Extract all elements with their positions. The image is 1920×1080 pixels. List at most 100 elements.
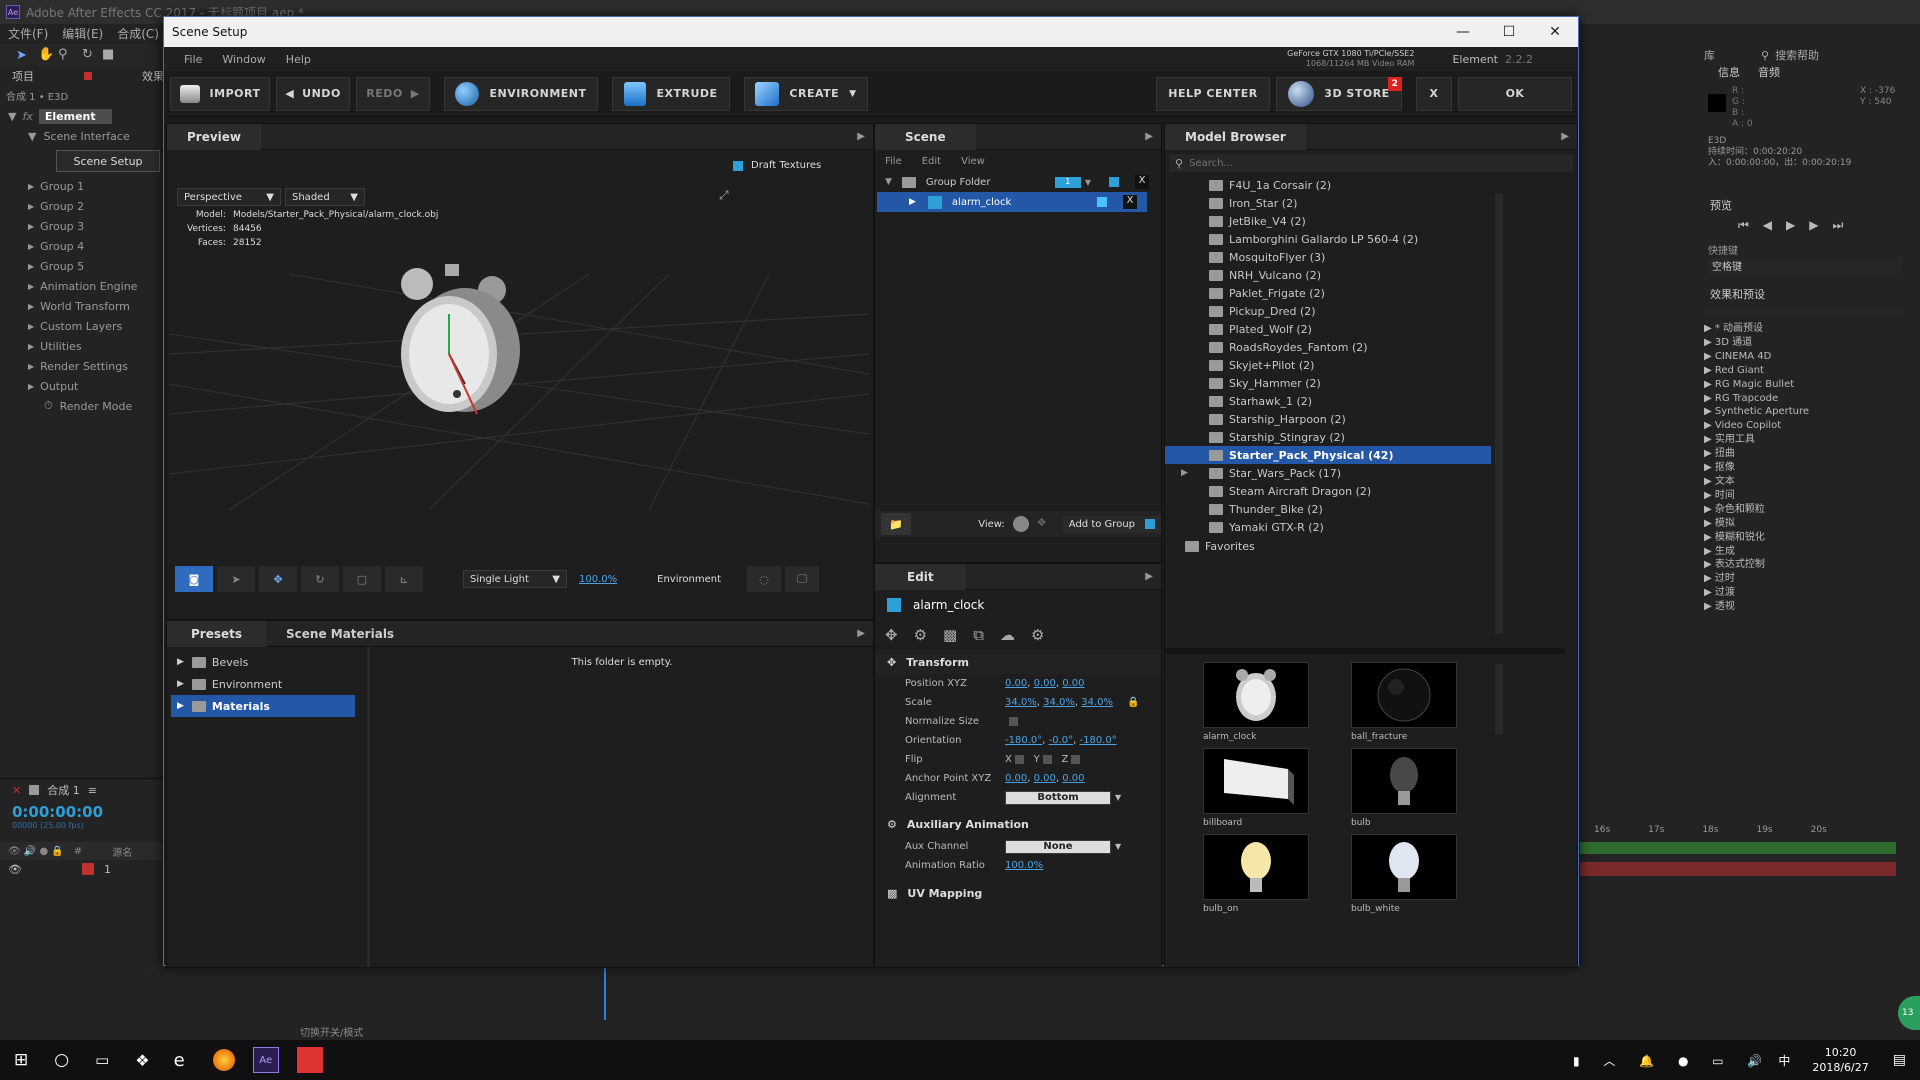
clock[interactable]: 10:20 2018/6/27 xyxy=(1812,1045,1868,1075)
render-mode-row[interactable]: ⏱ Render Mode xyxy=(0,396,165,416)
selection-tool-icon[interactable]: ➤ xyxy=(16,48,27,63)
effects-category[interactable]: ▶ CINEMA 4D xyxy=(1704,350,1904,364)
effects-category[interactable]: ▶ 模拟 xyxy=(1704,517,1904,531)
layer-row[interactable]: 👁 1 xyxy=(0,860,165,878)
hand-tool-icon[interactable]: ✋ xyxy=(38,47,54,62)
draft-textures-toggle[interactable]: Draft Textures xyxy=(733,160,821,171)
model-thumbnail[interactable]: ball_fracture xyxy=(1351,662,1493,742)
model-folder[interactable]: Starship_Harpoon (2) xyxy=(1165,410,1491,428)
work-area-bar[interactable] xyxy=(1580,842,1896,854)
ok-button[interactable]: OK xyxy=(1458,76,1572,111)
animation-tab-icon[interactable]: ⚙ xyxy=(914,626,927,644)
task-view-icon[interactable]: ▭ xyxy=(95,1051,109,1069)
effect-group-0[interactable]: ▶ Group 1 xyxy=(0,176,165,196)
zoom-value[interactable]: 100.0% xyxy=(579,574,617,585)
effect-group-4[interactable]: ▶ Group 5 xyxy=(0,256,165,276)
effects-category[interactable]: ▶ Red Giant xyxy=(1704,364,1904,378)
scene-item-alarm-clock[interactable]: ▶ alarm_clock X xyxy=(877,192,1147,212)
effects-category[interactable]: ▶ RG Trapcode xyxy=(1704,392,1904,406)
model-folder[interactable]: Skyjet+Pilot (2) xyxy=(1165,356,1491,374)
alarm-clock-model[interactable] xyxy=(387,264,537,434)
view-wire-icon[interactable]: ❖ xyxy=(1037,516,1053,532)
transform-tab-icon[interactable]: ✥ xyxy=(885,626,898,644)
app-icon[interactable]: ❖ xyxy=(135,1051,149,1070)
deform-tab-icon[interactable]: ☁ xyxy=(1000,626,1015,644)
menu-window[interactable]: Window xyxy=(222,53,265,66)
remove-item-button[interactable]: X xyxy=(1123,195,1137,209)
flip-z-checkbox[interactable] xyxy=(1071,755,1081,764)
effects-category[interactable]: ▶ 生成 xyxy=(1704,545,1904,559)
help-search[interactable]: 搜索帮助 xyxy=(1775,47,1819,63)
effects-category[interactable]: ▶ 实用工具 xyxy=(1704,433,1904,447)
3d-store-button[interactable]: 3D STORE 2 xyxy=(1276,76,1402,111)
cancel-button[interactable]: X xyxy=(1416,76,1452,111)
audio-tab[interactable]: 音频 xyxy=(1758,64,1780,80)
system-tray-icons[interactable]: ▮ ︿ 🔔 ● ▭ 🔊 xyxy=(1573,1052,1772,1069)
model-folder[interactable]: Yamaki GTX-R (2) xyxy=(1165,518,1491,536)
orientation-x[interactable]: -180.0° xyxy=(1005,735,1042,746)
playback-controls[interactable]: ⏮◀▶▶⏭ xyxy=(1738,218,1857,233)
position-y[interactable]: 0.00 xyxy=(1034,678,1056,689)
library-tab[interactable]: 库 xyxy=(1704,47,1715,63)
lock-scale-icon[interactable]: 🔒 xyxy=(1127,697,1139,708)
effect-group-8[interactable]: ▶ Utilities xyxy=(0,336,165,356)
scale-x[interactable]: 34.0% xyxy=(1005,697,1037,708)
shading-select[interactable]: Shaded ▼ xyxy=(285,188,365,206)
preset-folder-materials[interactable]: ▶ Materials xyxy=(171,695,355,717)
panel-menu-icon[interactable]: ▶ xyxy=(1145,131,1153,142)
windows-start-icon[interactable]: ⊞ xyxy=(14,1050,28,1070)
group-folder-row[interactable]: ▼ Group Folder 1 ▼ X xyxy=(875,172,1161,192)
effects-category[interactable]: ▶ * 动画预设 xyxy=(1704,322,1904,336)
uv-tab-icon[interactable]: ⧉ xyxy=(973,626,984,644)
ae-menu-comp[interactable]: 合成(C) xyxy=(117,25,159,42)
info-tab[interactable]: 信息 xyxy=(1718,64,1740,80)
model-folder[interactable]: JetBike_V4 (2) xyxy=(1165,212,1491,230)
time-ruler[interactable]: 16s 17s 18s 19s 20s xyxy=(1580,820,1900,840)
preview-panel-tab[interactable]: 预览 xyxy=(1710,197,1732,213)
effect-group-7[interactable]: ▶ Custom Layers xyxy=(0,316,165,336)
camera-select[interactable]: Perspective ▼ xyxy=(177,188,281,206)
extrude-button[interactable]: EXTRUDE xyxy=(612,76,730,111)
maximize-button[interactable]: ☐ xyxy=(1486,24,1532,40)
thumb-scrollbar[interactable] xyxy=(1495,664,1503,734)
close-window-button[interactable]: ✕ xyxy=(1532,24,1578,40)
effects-category[interactable]: ▶ 时间 xyxy=(1704,489,1904,503)
model-folder[interactable]: Starhawk_1 (2) xyxy=(1165,392,1491,410)
project-tab[interactable]: 项目 xyxy=(12,68,34,84)
zoom-tool-icon[interactable]: ⚲ xyxy=(58,47,68,62)
notification-icon[interactable]: ▤ xyxy=(1893,1052,1906,1068)
timecode[interactable]: 0:00:00:00 xyxy=(0,803,165,821)
model-folder[interactable]: Thunder_Bike (2) xyxy=(1165,500,1491,518)
scene-menu-edit[interactable]: Edit xyxy=(922,156,941,167)
redo-button[interactable]: REDO ▶ xyxy=(356,76,430,111)
scene-setup-button[interactable]: Scene Setup xyxy=(56,150,160,172)
effect-group-9[interactable]: ▶ Render Settings xyxy=(0,356,165,376)
model-folder[interactable]: Paklet_Frigate (2) xyxy=(1165,284,1491,302)
scale-y[interactable]: 34.0% xyxy=(1043,697,1075,708)
rotate-tool-icon[interactable]: ↻ xyxy=(301,566,339,592)
import-button[interactable]: IMPORT xyxy=(170,76,270,111)
remove-group-button[interactable]: X xyxy=(1135,175,1149,189)
group-visible-toggle[interactable] xyxy=(1109,177,1119,187)
media-app-icon[interactable] xyxy=(296,1047,323,1073)
position-x[interactable]: 0.00 xyxy=(1005,678,1027,689)
model-list-scrollbar[interactable] xyxy=(1495,194,1503,634)
group-number[interactable]: 1 xyxy=(1054,176,1081,188)
presets-tab[interactable]: Presets xyxy=(167,620,267,647)
ime-indicator[interactable]: 中 xyxy=(1778,1052,1790,1069)
help-center-button[interactable]: HELP CENTER xyxy=(1156,76,1270,111)
anim-ratio-value[interactable]: 100.0% xyxy=(1005,860,1043,871)
model-thumbnail[interactable]: bulb_white xyxy=(1351,834,1493,914)
ie-icon[interactable]: e xyxy=(174,1050,185,1071)
select-tool-icon[interactable]: ➤ xyxy=(217,566,255,592)
effects-category[interactable]: ▶ Synthetic Aperture xyxy=(1704,405,1904,419)
menu-file[interactable]: File xyxy=(184,53,202,66)
playhead[interactable] xyxy=(604,966,606,1020)
orientation-z[interactable]: -180.0° xyxy=(1079,735,1116,746)
position-z[interactable]: 0.00 xyxy=(1062,678,1084,689)
scene-menu-view[interactable]: View xyxy=(961,156,985,167)
menu-help[interactable]: Help xyxy=(286,53,311,66)
model-folder[interactable]: Iron_Star (2) xyxy=(1165,194,1491,212)
effect-group-6[interactable]: ▶ World Transform xyxy=(0,296,165,316)
model-folder[interactable]: Plated_Wolf (2) xyxy=(1165,320,1491,338)
